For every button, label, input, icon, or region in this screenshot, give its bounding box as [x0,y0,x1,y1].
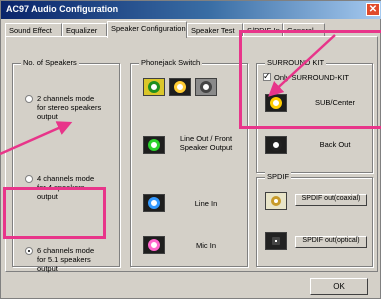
spdif-coaxial-button[interactable]: SPDIF out(coaxial) [295,194,367,206]
radio-4-channel-label: 4 channels mode for 4 speakers output [37,174,95,201]
spdif-optical-button[interactable]: SPDIF out(optical) [295,236,367,248]
back-out-label: Back Out [319,140,351,149]
radio-2-channel-label: 2 channels mode for stereo speakers outp… [37,94,102,121]
spdif-group: SPDIF SPDIF out(coaxial) SPDIF out(optic… [256,172,373,267]
tab-sound-effect[interactable]: Sound Effect [5,23,62,37]
line-in-jack[interactable] [143,194,165,212]
only-surround-kit-label: Only SURROUND-KIT [274,73,350,82]
sub-center-jack[interactable] [265,94,287,112]
tab-equalizer[interactable]: Equalizer [62,23,107,37]
window-title: AC97 Audio Configuration [6,4,119,14]
tab-spdif-in[interactable]: S/PDIF-In [243,23,283,37]
surround-kit-title: SURROUND KIT [265,58,327,67]
only-surround-kit-checkbox[interactable]: Only SURROUND-KIT [263,71,350,82]
surround-kit-group: SURROUND KIT Only SURROUND-KIT SUB/Cente… [256,58,373,173]
radio-2-channel[interactable]: 2 channels mode for stereo speakers outp… [25,94,102,121]
jack-top-3[interactable] [195,78,217,96]
back-out-jack[interactable] [265,136,287,154]
tab-strip: Sound Effect Equalizer Speaker Configura… [5,21,378,38]
speakers-group-title: No. of Speakers [21,58,79,67]
radio-6-channel[interactable]: 6 channels mode for 5.1 speakers output [25,246,102,273]
sub-center-label: SUB/Center [314,98,356,107]
line-in-label: Line In [194,199,218,208]
jack-top-1[interactable] [143,78,165,96]
mic-in-label: Mic In [195,241,216,250]
radio-4-channel-button[interactable] [25,175,33,183]
title-bar[interactable]: AC97 Audio Configuration ✕ [1,1,381,19]
tab-speaker-test[interactable]: Speaker Test [187,23,243,37]
tab-panel: No. of Speakers 2 channels mode for ster… [5,36,378,273]
radio-6-channel-label: 6 channels mode for 5.1 speakers output [37,246,95,273]
tab-speaker-configuration[interactable]: Speaker Configuration [107,21,187,38]
line-out-label: Line Out / Front Speaker Output [179,134,233,152]
only-surround-kit-check[interactable] [263,71,271,82]
radio-6-channel-button[interactable] [25,247,33,255]
mic-in-jack[interactable] [143,236,165,254]
spdif-coaxial-jack[interactable] [265,192,287,210]
radio-4-channel[interactable]: 4 channels mode for 4 speakers output [25,174,102,201]
phonejack-group: Phonejack Switch Line Out / Front Speake… [130,58,248,267]
close-button[interactable]: ✕ [366,3,380,16]
speakers-group: No. of Speakers 2 channels mode for ster… [12,58,120,273]
line-out-jack[interactable] [143,136,165,154]
phonejack-group-title: Phonejack Switch [139,58,203,67]
spdif-optical-jack[interactable] [265,232,287,250]
jack-top-2[interactable] [169,78,191,96]
audio-config-window: AC97 Audio Configuration ✕ Sound Effect … [0,0,381,299]
ok-button[interactable]: OK [310,278,368,295]
spdif-group-title: SPDIF [265,172,292,181]
tab-general[interactable]: General [283,23,325,37]
radio-2-channel-button[interactable] [25,95,33,103]
